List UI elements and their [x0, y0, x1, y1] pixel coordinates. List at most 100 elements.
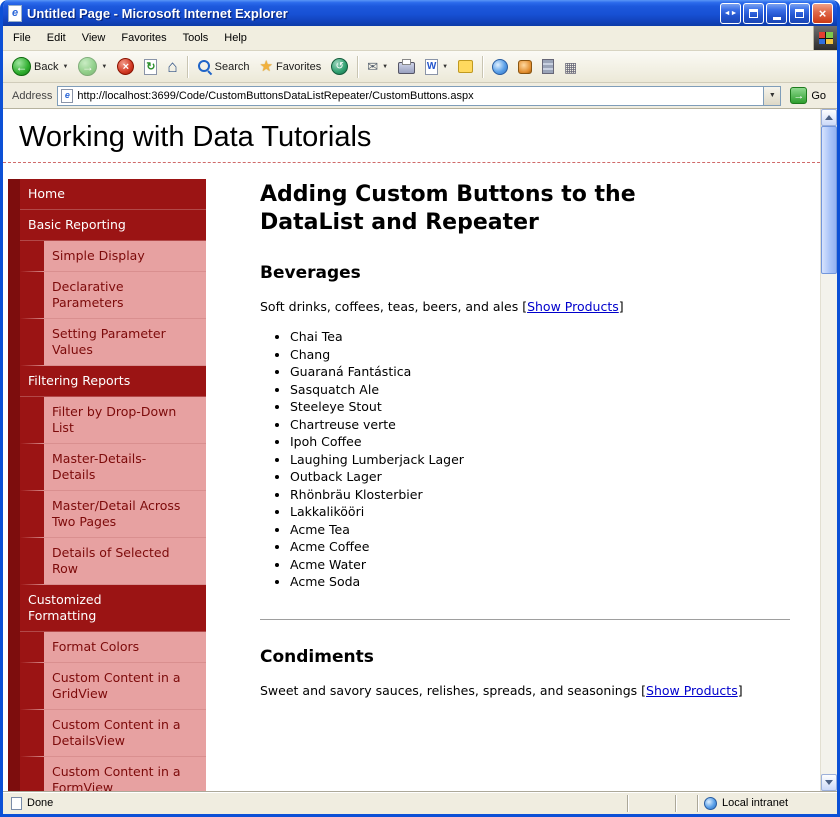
sidebar-item[interactable]: Filter by Drop-Down List: [20, 397, 206, 444]
title-bar[interactable]: e Untitled Page - Microsoft Internet Exp…: [3, 0, 837, 26]
sidebar-item[interactable]: Master/Detail Across Two Pages: [20, 491, 206, 538]
document-icon: [11, 797, 22, 810]
sidebar-item[interactable]: Format Colors: [20, 632, 206, 663]
discuss-button[interactable]: [454, 58, 477, 75]
section-divider: [260, 619, 790, 621]
product-item: Chai Tea: [290, 329, 790, 344]
maximize-icon: [795, 9, 804, 18]
building-icon: [542, 59, 554, 74]
sidebar-item[interactable]: Master-Details-Details: [20, 444, 206, 491]
sidebar-item[interactable]: Home: [20, 179, 206, 210]
history-button[interactable]: ↺: [327, 56, 352, 77]
edit-button[interactable]: W ▼: [421, 57, 452, 77]
sidebar-item[interactable]: Details of Selected Row: [20, 538, 206, 585]
stop-button[interactable]: ×: [113, 56, 138, 77]
forward-button[interactable]: → ▼: [74, 55, 111, 78]
sidebar-item[interactable]: Declarative Parameters: [20, 272, 206, 319]
messenger-button[interactable]: [488, 57, 512, 77]
sites-button[interactable]: [538, 57, 558, 76]
mail-icon: ✉: [367, 60, 378, 73]
article-title: Adding Custom Buttons to the DataList an…: [260, 181, 720, 237]
security-zone-pane: Local intranet: [697, 795, 835, 812]
sidebar-item[interactable]: Filtering Reports: [20, 366, 206, 397]
product-item: Acme Water: [290, 557, 790, 572]
menu-bar: FileEditViewFavoritesToolsHelp: [3, 26, 837, 51]
category-heading: Beverages: [260, 263, 790, 283]
menu-item-file[interactable]: File: [5, 30, 39, 46]
product-item: Steeleye Stout: [290, 399, 790, 414]
caption-buttons: ◄► ×: [718, 3, 833, 24]
maximize-button[interactable]: [789, 3, 810, 24]
address-input[interactable]: e http://localhost:3699/Code/CustomButto…: [57, 86, 781, 106]
address-url: http://localhost:3699/Code/CustomButtons…: [77, 90, 759, 102]
sidebar-item-label: Declarative Parameters: [52, 279, 186, 311]
home-icon: ⌂: [167, 58, 177, 75]
sidebar-item-label: Custom Content in a GridView: [52, 670, 186, 702]
menu-item-edit[interactable]: Edit: [39, 30, 74, 46]
print-button[interactable]: [394, 57, 419, 76]
go-button[interactable]: → Go: [786, 87, 834, 104]
sidebar-item[interactable]: Custom Content in a DetailsView: [20, 710, 206, 757]
search-button[interactable]: Search: [193, 57, 254, 76]
product-item: Lakkalikööri: [290, 504, 790, 519]
window-button[interactable]: [743, 3, 764, 24]
status-left: Done: [5, 797, 627, 810]
sidebar-item[interactable]: Custom Content in a FormView: [20, 757, 206, 791]
product-item: Chartreuse verte: [290, 417, 790, 432]
research-button[interactable]: [514, 58, 536, 76]
sidebar-item[interactable]: Basic Reporting: [20, 210, 206, 241]
home-button[interactable]: ⌂: [163, 56, 181, 77]
zone-text: Local intranet: [722, 797, 788, 809]
scroll-up-button[interactable]: [821, 109, 837, 126]
sidebar-item[interactable]: Simple Display: [20, 241, 206, 272]
scrollbar-track[interactable]: [821, 126, 837, 774]
product-item: Acme Soda: [290, 574, 790, 589]
windows-logo-icon: [813, 26, 837, 50]
go-arrow-icon: →: [790, 87, 807, 104]
sidebar-item-label: Master/Detail Across Two Pages: [52, 498, 186, 530]
back-label: Back: [34, 61, 58, 73]
menu-item-view[interactable]: View: [74, 30, 114, 46]
sidebar-strip: [8, 179, 20, 791]
vertical-scrollbar[interactable]: [820, 109, 837, 791]
product-item: Rhönbräu Klosterbier: [290, 487, 790, 502]
sidebar-column: HomeBasic Reporting Simple Display Declara…: [8, 179, 206, 791]
sidebar-item-label: Filtering Reports: [28, 373, 130, 389]
scrollbar-thumb[interactable]: [821, 126, 837, 274]
sidebar-item[interactable]: Customized Formatting: [20, 585, 206, 632]
status-bar: Done Local intranet: [3, 791, 837, 814]
description-text: ]: [619, 299, 624, 314]
favorites-button[interactable]: ★ Favorites: [256, 57, 326, 76]
refresh-button[interactable]: ↻: [140, 57, 161, 77]
minimize-button[interactable]: [766, 3, 787, 24]
menu-item-favorites[interactable]: Favorites: [113, 30, 174, 46]
article-sections: Beverages Soft drinks, coffees, teas, bee…: [260, 263, 790, 699]
globe-icon: [492, 59, 508, 75]
show-products-link[interactable]: Show Products: [527, 299, 619, 314]
menu-item-tools[interactable]: Tools: [175, 30, 217, 46]
address-bar: Address e http://localhost:3699/Code/Cus…: [3, 83, 837, 109]
sidebar-item-label: Simple Display: [52, 248, 145, 264]
sidebar-item-label: Filter by Drop-Down List: [52, 404, 186, 436]
print-icon: [398, 62, 415, 74]
address-dropdown-button[interactable]: ▼: [763, 87, 780, 105]
menu-item-help[interactable]: Help: [216, 30, 255, 46]
product-item: Sasquatch Ale: [290, 382, 790, 397]
address-label: Address: [6, 90, 52, 102]
sidebar-item[interactable]: Setting Parameter Values: [20, 319, 206, 366]
grid-icon: ▦: [564, 60, 577, 74]
mail-button[interactable]: ✉ ▼: [363, 58, 392, 75]
back-button[interactable]: ← Back ▼: [8, 55, 72, 78]
nav-arrows-button[interactable]: ◄►: [720, 3, 741, 24]
show-products-link[interactable]: Show Products: [646, 683, 738, 698]
stop-icon: ×: [117, 58, 134, 75]
history-icon: ↺: [331, 58, 348, 75]
category-description: Soft drinks, coffees, teas, beers, and a…: [260, 299, 790, 315]
description-text: Sweet and savory sauces, relishes, sprea…: [260, 683, 646, 698]
sidebar-item[interactable]: Custom Content in a GridView: [20, 663, 206, 710]
edit-word-icon: W: [425, 59, 438, 75]
tiles-button[interactable]: ▦: [560, 58, 581, 76]
close-button[interactable]: ×: [812, 3, 833, 24]
scroll-down-button[interactable]: [821, 774, 837, 791]
search-icon: [197, 59, 212, 74]
